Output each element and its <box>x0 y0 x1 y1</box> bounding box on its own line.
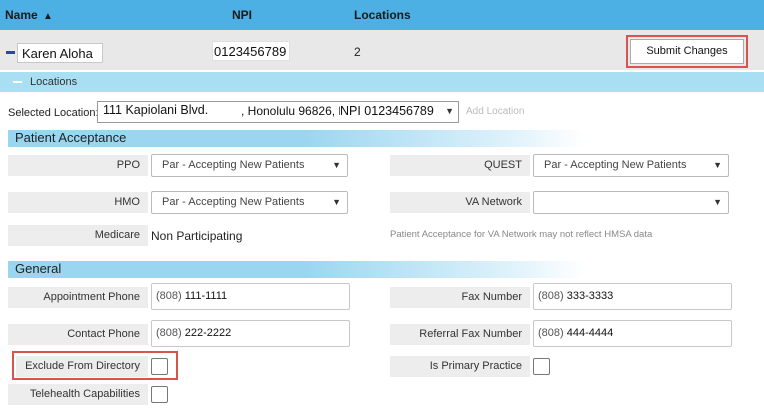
locations-bar[interactable]: Locations <box>0 72 764 92</box>
ppo-select[interactable]: Par - Accepting New Patients ▼ <box>151 154 348 177</box>
location-address: 111 Kapiolani Blvd. <box>103 103 208 117</box>
chevron-down-icon: ▼ <box>332 160 341 170</box>
provider-name-input[interactable]: Karen Aloha <box>17 43 103 63</box>
chevron-down-icon: ▼ <box>332 197 341 207</box>
referral-fax-input[interactable]: (808) 444-4444 <box>533 320 732 347</box>
column-header-name-label: Name <box>5 8 38 22</box>
va-network-label: VA Network <box>390 192 530 213</box>
va-network-note: Patient Acceptance for VA Network may no… <box>390 229 653 240</box>
chevron-down-icon: ▼ <box>713 160 722 170</box>
hmo-label: HMO <box>8 192 148 213</box>
hmo-select[interactable]: Par - Accepting New Patients ▼ <box>151 191 348 214</box>
column-header-npi[interactable]: NPI <box>232 8 252 22</box>
primary-practice-label: Is Primary Practice <box>390 356 530 377</box>
section-general: General <box>8 261 748 278</box>
hmo-value: Par - Accepting New Patients <box>162 196 305 208</box>
collapse-locations-minus-icon[interactable] <box>13 81 22 83</box>
sort-ascending-icon: ▲ <box>43 11 53 22</box>
quest-value: Par - Accepting New Patients <box>544 159 687 171</box>
locations-bar-label: Locations <box>30 76 78 88</box>
quest-select[interactable]: Par - Accepting New Patients ▼ <box>533 154 729 177</box>
fax-number-label: Fax Number <box>390 287 530 308</box>
location-city: , Honolulu 96826, HI <box>241 104 340 118</box>
area-code: (808) <box>538 327 564 339</box>
phone-number: 222-2222 <box>184 327 232 339</box>
phone-number: 333-3333 <box>566 290 614 302</box>
collapse-minus-icon[interactable] <box>6 51 15 54</box>
ppo-label: PPO <box>8 155 148 176</box>
section-title: General <box>15 261 62 276</box>
column-header-name[interactable]: Name ▲ <box>5 8 53 22</box>
exclude-from-directory-checkbox[interactable] <box>151 358 168 375</box>
medicare-value: Non Participating <box>151 229 243 243</box>
area-code: (808) <box>156 327 182 339</box>
referral-fax-label: Referral Fax Number <box>390 324 530 345</box>
fax-number-input[interactable]: (808) 333-3333 <box>533 283 732 310</box>
ppo-value: Par - Accepting New Patients <box>162 159 305 171</box>
provider-npi-value: 0123456789 <box>214 44 287 59</box>
primary-practice-checkbox[interactable] <box>533 358 550 375</box>
column-header-locations[interactable]: Locations <box>354 8 411 22</box>
chevron-down-icon: ▼ <box>445 106 454 116</box>
selected-location-label: Selected Location: <box>8 107 99 119</box>
phone-number: 111-1111 <box>184 290 228 302</box>
medicare-label: Medicare <box>8 225 148 246</box>
appointment-phone-label: Appointment Phone <box>8 287 148 308</box>
contact-phone-label: Contact Phone <box>8 324 148 345</box>
quest-label: QUEST <box>390 155 530 176</box>
area-code: (808) <box>156 290 182 302</box>
chevron-down-icon: ▼ <box>713 197 722 207</box>
telehealth-label: Telehealth Capabilities <box>8 384 148 405</box>
locations-count: 2 <box>354 45 361 59</box>
section-patient-acceptance: Patient Acceptance <box>8 130 748 147</box>
contact-phone-input[interactable]: (808) 222-2222 <box>151 320 350 347</box>
location-street: 111 Kapiolani Blvd. <box>103 103 209 117</box>
appointment-phone-input[interactable]: (808) 111-1111 <box>151 283 350 310</box>
section-title: Patient Acceptance <box>15 130 127 145</box>
va-network-select[interactable]: ▼ <box>533 191 729 214</box>
provider-name-value: Karen Aloha <box>22 46 93 61</box>
location-npi: NPI 0123456789 <box>340 104 434 118</box>
exclude-from-directory-label: Exclude From Directory <box>16 356 148 377</box>
provider-npi-input[interactable]: 0123456789 ‹ <box>212 41 290 61</box>
add-location-button[interactable]: Add Location <box>466 106 524 117</box>
area-code: (808) <box>538 290 564 302</box>
phone-number: 444-4444 <box>566 327 614 339</box>
submit-changes-button[interactable]: Submit Changes <box>630 39 744 64</box>
telehealth-checkbox[interactable] <box>151 386 168 403</box>
